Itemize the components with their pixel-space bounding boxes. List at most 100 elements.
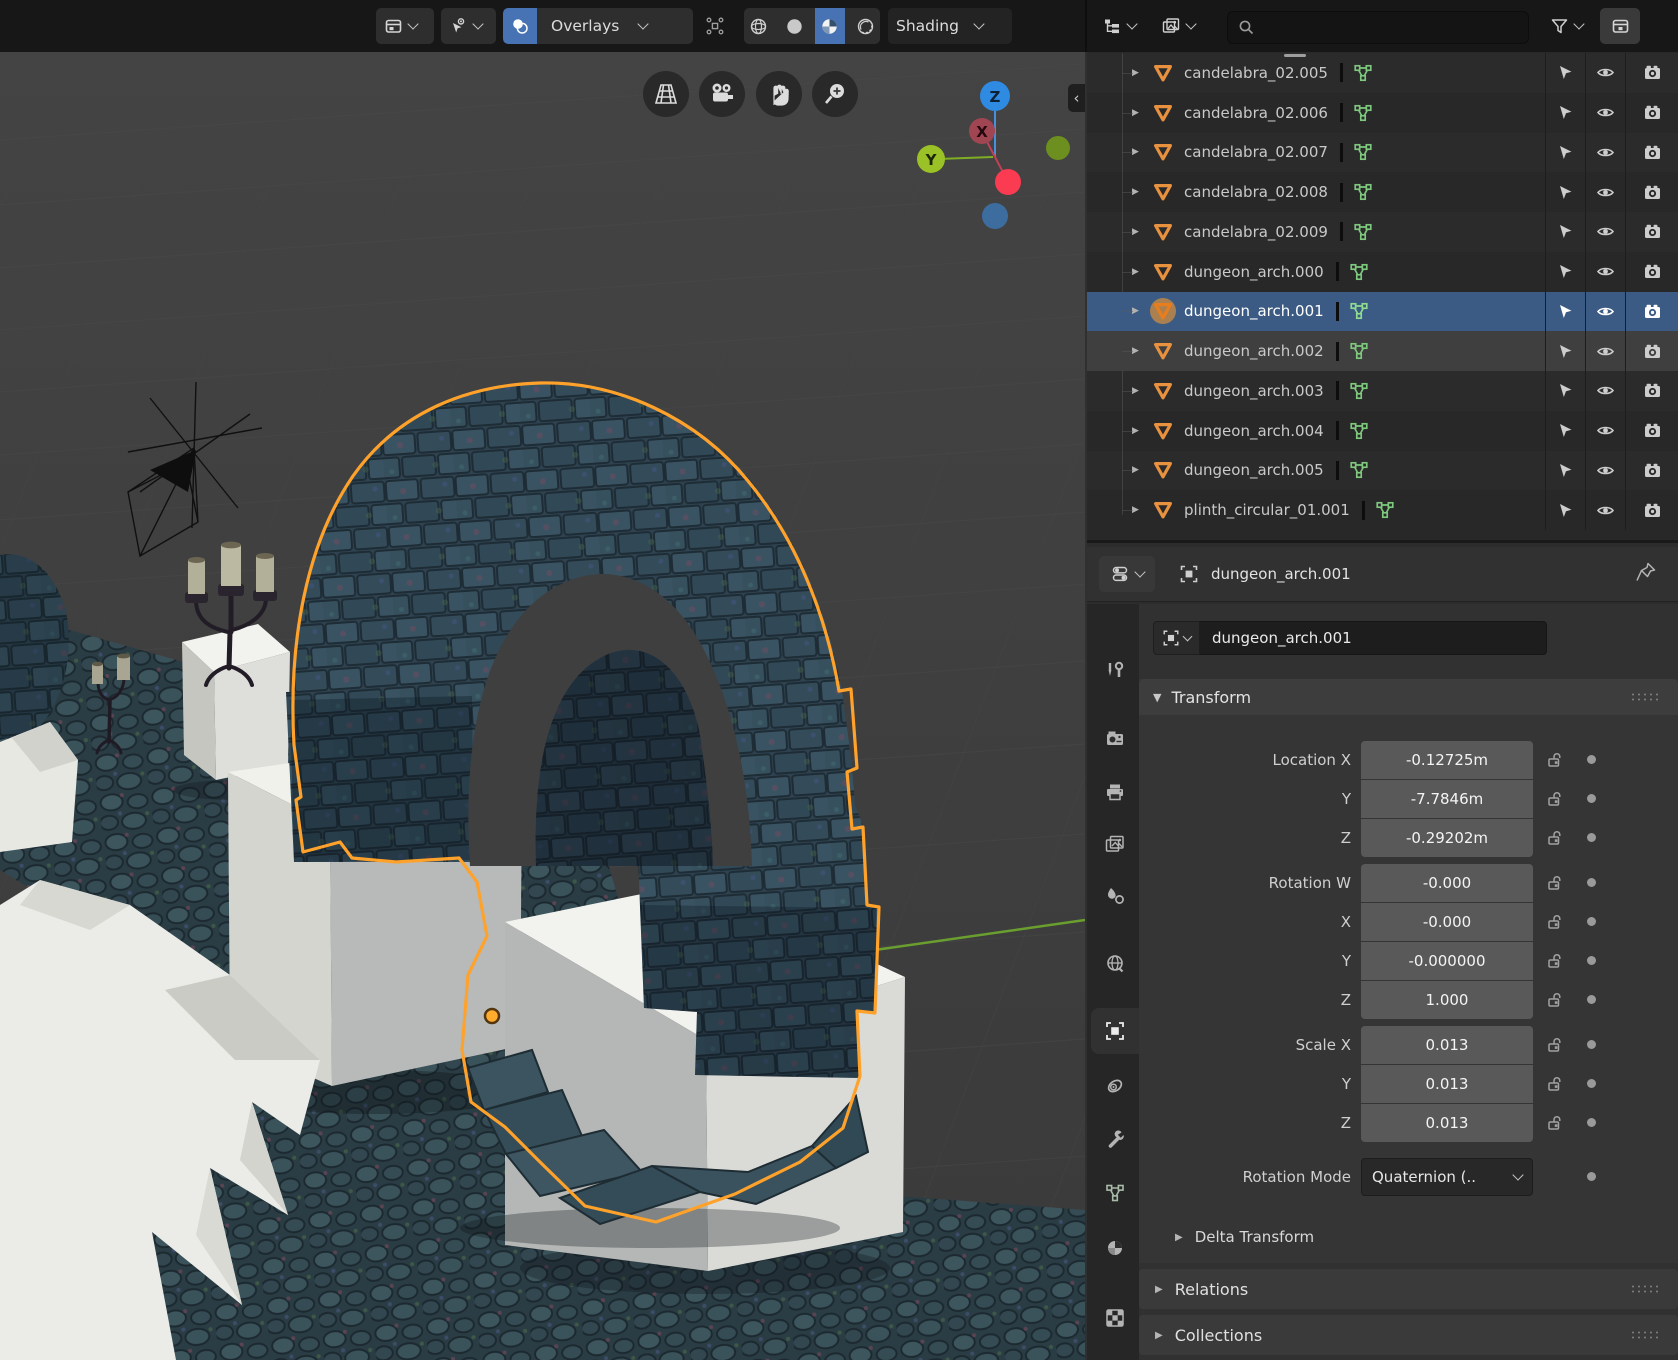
region-collapse-arrow[interactable]: ‹ xyxy=(1068,84,1085,112)
gizmo-axis-neg-y[interactable] xyxy=(1046,136,1070,160)
lock-icon[interactable] xyxy=(1543,1114,1567,1132)
hide-viewport-toggle[interactable] xyxy=(1585,371,1625,411)
tab-render[interactable] xyxy=(1091,716,1139,762)
lock-icon[interactable] xyxy=(1543,952,1567,970)
outliner-row-dungeon-arch-005[interactable]: ▶dungeon_arch.005 xyxy=(1087,451,1678,491)
overlays-control[interactable]: Overlays xyxy=(503,8,693,44)
shading-rendered-button[interactable] xyxy=(851,8,881,44)
tab-world[interactable] xyxy=(1091,941,1139,987)
tab-view-layer[interactable] xyxy=(1091,821,1139,867)
outliner-row-candelabra-02-005[interactable]: ▶candelabra_02.005 xyxy=(1087,53,1678,93)
panel-grip-icon[interactable] xyxy=(1630,1284,1660,1294)
selectable-toggle[interactable] xyxy=(1545,371,1585,411)
hide-viewport-toggle[interactable] xyxy=(1585,490,1625,530)
expand-arrow-icon[interactable]: ▶ xyxy=(1132,108,1148,118)
scale-z-field[interactable]: 0.013 xyxy=(1361,1104,1533,1142)
expand-arrow-icon[interactable]: ▶ xyxy=(1132,426,1148,436)
outliner-row-candelabra-02-007[interactable]: ▶candelabra_02.007 xyxy=(1087,133,1678,173)
selectable-toggle[interactable] xyxy=(1545,490,1585,530)
id-type-dropdown[interactable] xyxy=(1153,621,1200,655)
tab-tool[interactable] xyxy=(1091,648,1139,694)
lock-icon[interactable] xyxy=(1543,829,1567,847)
hide-viewport-toggle[interactable] xyxy=(1585,93,1625,133)
tab-object-properties-active[interactable] xyxy=(1091,1008,1139,1054)
shading-material-preview-button[interactable] xyxy=(815,8,845,44)
hide-render-toggle[interactable] xyxy=(1625,292,1678,332)
selectable-toggle[interactable] xyxy=(1545,331,1585,371)
lock-icon[interactable] xyxy=(1543,913,1567,931)
object-origin-dot[interactable] xyxy=(485,1009,499,1023)
pan-view-button[interactable] xyxy=(756,71,802,117)
hide-render-toggle[interactable] xyxy=(1625,451,1678,491)
lock-icon[interactable] xyxy=(1543,1075,1567,1093)
animate-decorator[interactable] xyxy=(1579,995,1603,1004)
animate-decorator[interactable] xyxy=(1579,755,1603,764)
selectable-toggle[interactable] xyxy=(1545,172,1585,212)
collections-panel-header[interactable]: ▶ Collections xyxy=(1139,1315,1678,1355)
show-gizmo-dropdown[interactable] xyxy=(441,8,496,44)
expand-arrow-icon[interactable]: ▶ xyxy=(1132,68,1148,78)
location-x-field[interactable]: -0.12725m xyxy=(1361,741,1533,779)
toggle-grid-button[interactable] xyxy=(643,71,689,117)
outliner-row-dungeon-arch-003[interactable]: ▶dungeon_arch.003 xyxy=(1087,371,1678,411)
relations-panel-header[interactable]: ▶ Relations xyxy=(1139,1269,1678,1309)
camera-view-button[interactable] xyxy=(699,71,745,117)
hide-viewport-toggle[interactable] xyxy=(1585,53,1625,93)
hide-viewport-toggle[interactable] xyxy=(1585,172,1625,212)
gizmo-axis-pos-x[interactable] xyxy=(995,169,1021,195)
animate-decorator[interactable] xyxy=(1579,956,1603,965)
hide-viewport-toggle[interactable] xyxy=(1585,212,1625,252)
expand-arrow-icon[interactable]: ▶ xyxy=(1132,306,1148,316)
rotation-mode-dropdown[interactable]: Quaternion (.. xyxy=(1361,1158,1533,1196)
outliner-row-candelabra-02-006[interactable]: ▶candelabra_02.006 xyxy=(1087,93,1678,133)
hide-viewport-toggle[interactable] xyxy=(1585,252,1625,292)
filter-dropdown[interactable] xyxy=(1542,8,1594,44)
animate-decorator[interactable] xyxy=(1579,833,1603,842)
expand-arrow-icon[interactable]: ▶ xyxy=(1132,505,1148,515)
animate-decorator[interactable] xyxy=(1579,1118,1603,1127)
expand-arrow-icon[interactable]: ▶ xyxy=(1132,465,1148,475)
hide-viewport-toggle[interactable] xyxy=(1585,451,1625,491)
tab-constraints[interactable] xyxy=(1091,1063,1139,1109)
hide-render-toggle[interactable] xyxy=(1625,212,1678,252)
tab-material[interactable] xyxy=(1091,1225,1139,1271)
hide-render-toggle[interactable] xyxy=(1625,53,1678,93)
tab-particles[interactable] xyxy=(1091,1346,1139,1360)
expand-arrow-icon[interactable]: ▶ xyxy=(1132,227,1148,237)
tab-modifiers[interactable] xyxy=(1091,1116,1139,1162)
scale-y-field[interactable]: 0.013 xyxy=(1361,1065,1533,1103)
display-mode-dropdown[interactable] xyxy=(1153,8,1211,44)
panel-grip-icon[interactable] xyxy=(1630,1330,1660,1340)
hide-viewport-toggle[interactable] xyxy=(1585,411,1625,451)
animate-decorator[interactable] xyxy=(1579,1172,1603,1181)
lock-icon[interactable] xyxy=(1543,874,1567,892)
hide-viewport-toggle[interactable] xyxy=(1585,331,1625,371)
zoom-view-button[interactable] xyxy=(812,71,858,117)
lock-icon[interactable] xyxy=(1543,790,1567,808)
hide-render-toggle[interactable] xyxy=(1625,490,1678,530)
expand-arrow-icon[interactable]: ▶ xyxy=(1132,386,1148,396)
selectable-toggle[interactable] xyxy=(1545,411,1585,451)
selectable-toggle[interactable] xyxy=(1545,292,1585,332)
hide-render-toggle[interactable] xyxy=(1625,371,1678,411)
outliner-row-dungeon-arch-002[interactable]: ▶dungeon_arch.002 xyxy=(1087,331,1678,371)
delta-transform-subpanel[interactable]: ▶ Delta Transform xyxy=(1175,1221,1678,1253)
pin-icon[interactable] xyxy=(1635,561,1657,587)
expand-arrow-icon[interactable]: ▶ xyxy=(1132,346,1148,356)
tab-output[interactable] xyxy=(1091,769,1139,815)
hide-render-toggle[interactable] xyxy=(1625,172,1678,212)
overlays-toggle[interactable] xyxy=(503,8,537,44)
hide-viewport-toggle[interactable] xyxy=(1585,133,1625,173)
object-name-input[interactable] xyxy=(1200,621,1547,655)
selectable-toggle[interactable] xyxy=(1545,53,1585,93)
lock-icon[interactable] xyxy=(1543,751,1567,769)
lock-icon[interactable] xyxy=(1543,1036,1567,1054)
tab-object-data[interactable] xyxy=(1091,1170,1139,1216)
hide-render-toggle[interactable] xyxy=(1625,411,1678,451)
outliner-row-dungeon-arch-001-selected[interactable]: ▶dungeon_arch.001 xyxy=(1087,292,1678,332)
hide-render-toggle[interactable] xyxy=(1625,331,1678,371)
transform-gizmos-toggle[interactable] xyxy=(697,8,733,44)
outliner-row-candelabra-02-009[interactable]: ▶candelabra_02.009 xyxy=(1087,212,1678,252)
rotation-z-field[interactable]: 1.000 xyxy=(1361,981,1533,1019)
editor-type-dropdown[interactable] xyxy=(1095,8,1151,44)
